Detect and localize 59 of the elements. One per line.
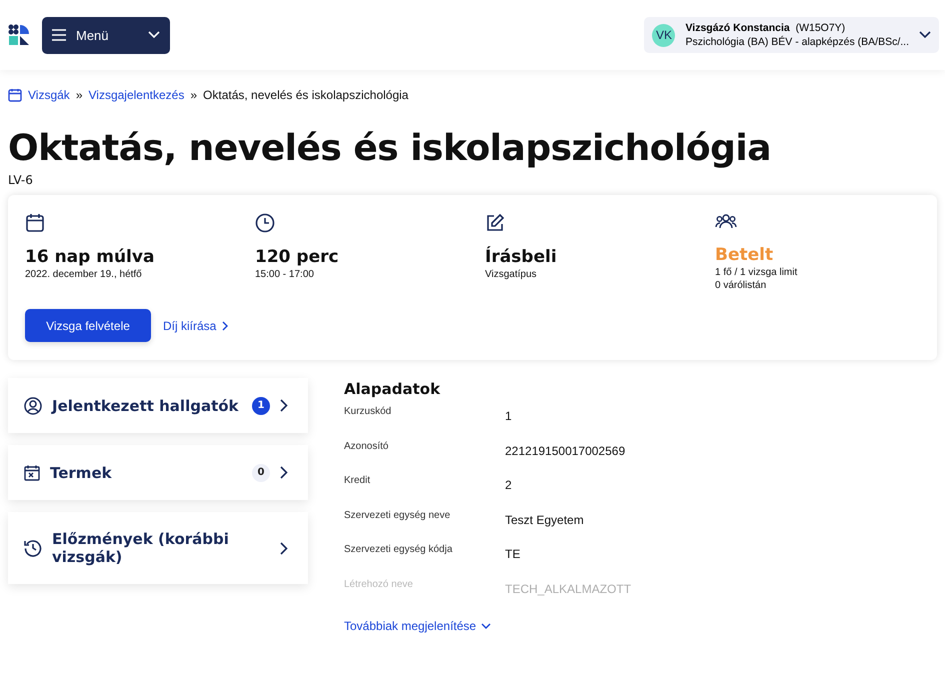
menu-button[interactable]: Menü: [42, 16, 170, 54]
count-badge: 1: [252, 396, 270, 414]
field-label: Szervezeti egység neve: [344, 508, 452, 520]
history-icon: [24, 539, 42, 557]
chevron-right-icon: [280, 466, 288, 479]
calendar-icon: [25, 213, 45, 233]
fee-link[interactable]: Díj kiírása: [163, 318, 230, 332]
field-value: TECH_ALKALMAZOTT: [505, 580, 632, 596]
exam-code: LV-6: [8, 173, 34, 187]
chevron-right-icon: [222, 320, 230, 330]
chevron-down-icon: [148, 31, 160, 39]
section-heading: Alapadatok: [344, 380, 442, 398]
side-card[interactable]: Jelentkezett hallgatók 1: [8, 378, 308, 433]
summary-detail: 1 fő / 1 vizsga limit: [715, 267, 798, 278]
menu-icon: [52, 29, 66, 41]
clock-icon: [255, 213, 275, 233]
breadcrumb-link[interactable]: Vizsgák: [28, 88, 70, 102]
user-circle-icon: [24, 396, 42, 414]
breadcrumb-link[interactable]: Vizsgajelentkezés: [88, 88, 184, 102]
summary-detail: Vizsgatípus: [485, 269, 538, 280]
summary-detail: 0 várólistán: [715, 280, 768, 291]
summary-detail: 15:00 - 17:00: [255, 269, 315, 280]
side-card[interactable]: Termek 0: [8, 445, 308, 500]
calendar-icon: [8, 88, 22, 102]
chevron-right-icon: [280, 542, 288, 554]
field-label: Kurzuskód: [344, 405, 392, 417]
page-title: Oktatás, nevelés és iskolapszichológia: [8, 128, 772, 169]
chevron-right-icon: [280, 399, 288, 412]
people-icon: [715, 213, 737, 231]
field-value: Teszt Egyetem: [505, 512, 585, 526]
field-value: TE: [505, 546, 522, 561]
count-badge: 0: [252, 464, 270, 482]
user-name: Vizsgázó Konstancia (W15O7Y): [685, 21, 846, 35]
field-label: Azonosító: [344, 440, 390, 452]
calendar-x-icon: [24, 464, 40, 480]
summary-detail: 2022. december 19., hétfő: [25, 269, 143, 280]
chevron-down-icon: [919, 31, 931, 39]
field-label: Szervezeti egység kódja: [344, 543, 454, 555]
pencil-square-icon: [485, 213, 505, 233]
field-label: Létrehozó neve: [344, 578, 414, 590]
field-label: Kredit: [344, 474, 372, 486]
show-more-link[interactable]: Továbbiak megjelenítése: [344, 619, 492, 633]
breadcrumb-separator: »: [190, 88, 198, 102]
field-value: 221219150017002569: [505, 442, 626, 458]
summary-value: 16 nap múlva: [25, 247, 156, 267]
user-selector[interactable]: VK Vizsgázó Konstancia (W15O7Y) Pszichológia (BA) BÉV - alapképzés (BA/BSc/...: [644, 17, 939, 53]
logo-icon: [8, 24, 30, 46]
summary-value: Írásbeli: [485, 247, 558, 267]
summary-value: 120 perc: [255, 247, 340, 267]
breadcrumb-current: Oktatás, nevelés és iskolapszichológia: [203, 88, 408, 102]
chevron-down-icon: [481, 622, 492, 630]
take-exam-button[interactable]: Vizsga felvétele: [25, 309, 151, 342]
field-value: 1: [505, 408, 513, 423]
user-program: Pszichológia (BA) BÉV - alapképzés (BA/BSc/...: [685, 35, 909, 49]
user-avatar: VK: [652, 24, 676, 46]
field-value: 2: [505, 477, 513, 492]
breadcrumb-separator: »: [76, 88, 82, 102]
side-card[interactable]: Előzmények (korábbi vizsgák): [8, 512, 308, 584]
summary-value: Betelt: [715, 245, 774, 265]
